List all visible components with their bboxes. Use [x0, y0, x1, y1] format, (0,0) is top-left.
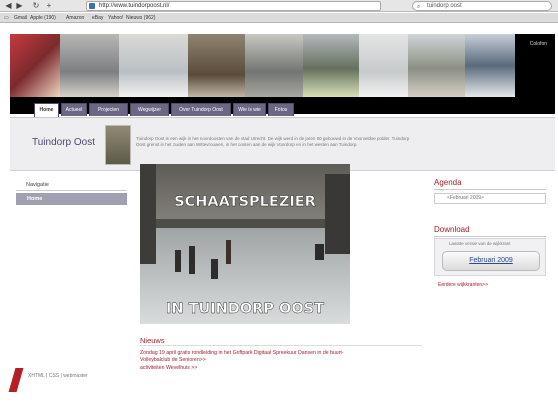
bookmark-item[interactable]: Amazon	[66, 13, 84, 23]
url-text: http://www.tuindorpoost.nl/	[99, 3, 170, 9]
header-photo	[359, 34, 408, 97]
divider	[140, 345, 422, 346]
reading-list-icon[interactable]: ▭	[4, 13, 9, 23]
nav-item-home[interactable]: Home	[16, 193, 127, 205]
title-thumbnail	[105, 125, 131, 165]
divider	[434, 189, 546, 190]
site-favicon-icon	[89, 3, 95, 9]
header-photo	[60, 34, 119, 97]
colofon-link[interactable]: Colofon	[530, 41, 547, 47]
header-banner: Colofon	[10, 34, 555, 114]
header-photo	[10, 34, 60, 97]
agenda-heading: Agenda	[434, 178, 462, 187]
bookmark-item[interactable]: eBay	[92, 13, 103, 23]
divider	[16, 190, 127, 191]
browser-toolbar: ◀ ▶ ↻ + http://www.tuindorpoost.nl/ ⌕ tu…	[0, 0, 558, 12]
poster-image: SCHAATSPLEZIER IN TUINDORP OOST	[140, 164, 350, 324]
download-newsletter-button[interactable]: Februari 2009	[442, 251, 540, 271]
poster-bottom-text: IN TUINDORP OOST	[166, 301, 324, 317]
address-bar[interactable]: http://www.tuindorpoost.nl/	[86, 1, 381, 11]
search-text: tuindorp oost	[427, 3, 462, 9]
download-heading: Download	[434, 225, 470, 234]
news-item[interactable]: activiteiten Wevelhuis >>	[140, 365, 197, 371]
news-heading: Nieuws	[140, 336, 165, 345]
bookmark-item[interactable]: Apple (190)	[30, 13, 56, 23]
skating-poster: SCHAATSPLEZIER IN TUINDORP OOST	[140, 164, 350, 324]
bookmark-item[interactable]: Gmail	[14, 13, 27, 23]
earlier-newsletters-link[interactable]: Eerdere wijkkranten>>	[438, 282, 488, 288]
header-photo	[303, 34, 359, 97]
intro-text: Tuindorp Oost is een wijk in het noordoo…	[136, 136, 410, 147]
header-photo	[119, 34, 188, 97]
footer-links[interactable]: XHTML | CSS | webmaster	[28, 373, 88, 379]
news-item[interactable]: Zondag 19 april gratis rondleiding in he…	[140, 350, 344, 356]
download-note: Laatste versie van de wijkkrant	[449, 241, 511, 246]
bookmarks-bar: ▭ Gmail Apple (190) Amazon eBay Yahoo! N…	[0, 13, 558, 23]
tab-fotos[interactable]: Fotos	[268, 103, 294, 116]
download-panel: Laatste versie van de wijkkrant Februari…	[434, 238, 546, 276]
bookmark-item[interactable]: Nieuws (962)	[126, 13, 155, 23]
search-icon: ⌕	[417, 4, 421, 10]
add-bookmark-button[interactable]: +	[44, 1, 54, 11]
tab-actueel[interactable]: Actueel	[61, 103, 87, 116]
site-title: Tuindorp Oost	[32, 137, 95, 148]
search-input[interactable]: ⌕ tuindorp oost	[412, 1, 552, 11]
bookmark-item[interactable]: Yahoo!	[108, 13, 123, 23]
tab-wie-is-wie[interactable]: Wie is wie	[233, 103, 266, 116]
tab-projecten[interactable]: Projecten	[89, 103, 128, 116]
reload-button[interactable]: ↻	[31, 1, 41, 11]
poster-top-text: SCHAATSPLEZIER	[174, 194, 316, 210]
tab-over-tuindorp-oost[interactable]: Over Tuindorp Oost	[171, 103, 231, 116]
header-photo	[245, 34, 303, 97]
header-photo	[408, 34, 465, 97]
agenda-month-select[interactable]: <Februari 2009>	[434, 193, 546, 204]
tab-wegwijzer[interactable]: Wegwijzer	[130, 103, 169, 116]
header-photo	[465, 34, 515, 97]
divider	[434, 236, 546, 237]
header-photo	[188, 34, 245, 97]
news-item[interactable]: Volleybalclub de Senioren>>	[140, 357, 206, 363]
tab-home[interactable]: Home	[34, 103, 59, 117]
title-bar: Tuindorp Oost Tuindorp Oost is een wijk …	[10, 117, 555, 171]
navigation-heading: Navigatie	[26, 182, 49, 188]
back-button[interactable]: ◀	[4, 1, 13, 11]
forward-button[interactable]: ▶	[15, 1, 24, 11]
